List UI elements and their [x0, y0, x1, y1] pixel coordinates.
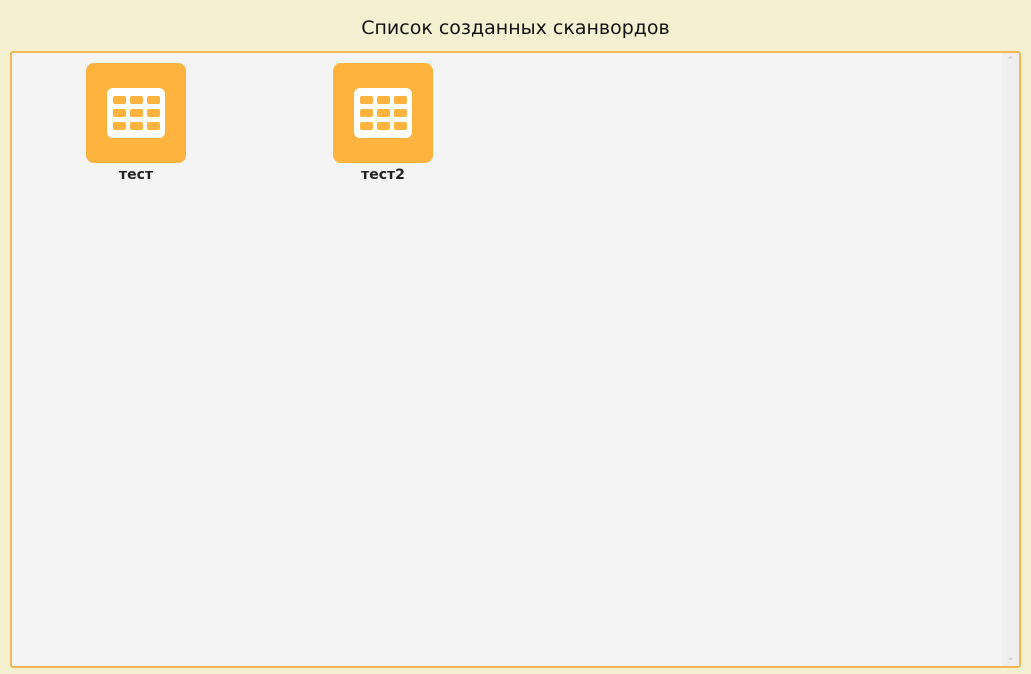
scanword-item-test2[interactable]: тест2 — [333, 63, 433, 183]
table-grid-icon — [107, 88, 165, 138]
scroll-up-icon[interactable]: ⌃ — [1002, 53, 1019, 69]
scanword-tile[interactable] — [86, 63, 186, 163]
scanwords-list-panel: тест тест2 ⌃ ⌄ — [10, 51, 1021, 668]
scroll-down-icon[interactable]: ⌄ — [1002, 650, 1019, 666]
scanword-item-label[interactable]: тест — [86, 167, 186, 183]
page-title: Список созданных сканвордов — [361, 17, 670, 39]
window: Список созданных сканвордов тест тест2 ⌃… — [0, 0, 1031, 674]
scanword-item-test[interactable]: тест — [86, 63, 186, 183]
table-grid-icon — [354, 88, 412, 138]
vertical-scrollbar[interactable]: ⌃ ⌄ — [1002, 53, 1019, 666]
scanword-tile[interactable] — [333, 63, 433, 163]
scanword-item-label[interactable]: тест2 — [333, 167, 433, 183]
